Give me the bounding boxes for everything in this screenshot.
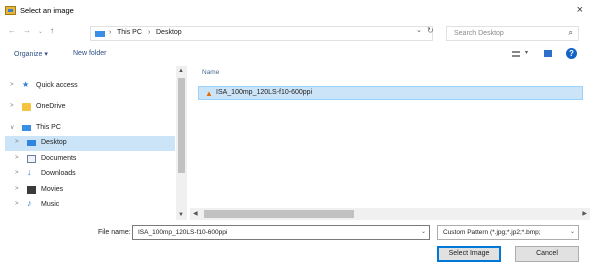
view-options-icon[interactable] [512,51,520,57]
scroll-thumb[interactable] [204,210,354,218]
folder-icon [22,103,31,111]
organize-button[interactable]: Organize ▾ [14,50,48,58]
file-name-label: File name: [98,229,131,236]
breadcrumb-chevron-icon: › [148,29,151,36]
collapse-icon[interactable]: ∨ [10,124,14,131]
scroll-right-icon[interactable]: ▶ [582,210,587,217]
tree-item-documents[interactable]: > Documents [5,152,175,167]
documents-icon [27,155,36,163]
chevron-down-icon[interactable]: ⌄ [570,228,575,235]
cancel-button[interactable]: Cancel [515,246,579,262]
app-icon [5,6,16,15]
file-type-filter[interactable]: Custom Pattern (*.jpg;*.jp2;*.bmp; ⌄ [437,225,579,240]
refresh-icon[interactable]: ↻ [427,26,434,35]
breadcrumb-desktop[interactable]: Desktop [156,29,182,36]
address-dropdown-icon[interactable]: ⌄ [416,26,422,34]
tree-item-label: Documents [41,155,77,162]
pc-icon [22,125,31,131]
forward-icon[interactable]: → [23,26,31,35]
back-icon[interactable]: ← [8,26,16,35]
navigation-bar: ← → ⌄ ↑ › This PC › Desktop ⌄ ↻ Search D… [0,23,593,43]
close-icon[interactable]: × [577,4,583,16]
download-icon: ↓ [27,167,32,177]
file-row[interactable]: ▲ ISA_100mp_120LS-f10-600ppi [198,86,583,100]
file-name-value: ISA_100mp_120LS-f10-600ppi [138,229,228,236]
scroll-up-icon[interactable]: ▲ [178,68,184,74]
expand-icon[interactable]: > [15,201,19,207]
tree-item-label: Music [41,201,60,208]
navigation-tree: > ★ Quick access > OneDrive ∨ This PC > … [5,66,175,220]
tree-item-movies[interactable]: > Movies [5,183,175,198]
search-icon[interactable]: ⌕ [569,28,573,38]
breadcrumb-chevron-icon: › [109,29,112,36]
music-icon: ♪ [27,198,32,208]
scroll-down-icon[interactable]: ▼ [178,212,184,218]
title-bar: Select an image × [0,0,593,22]
tree-item-this-pc[interactable]: ∨ This PC [5,121,175,136]
file-list: Name ▲ ISA_100mp_120LS-f10-600ppi [190,66,590,206]
view-dropdown-icon[interactable]: ▾ [525,49,528,56]
tree-item-quick-access[interactable]: > ★ Quick access [5,79,175,94]
preview-pane-icon[interactable] [544,50,552,57]
chevron-down-icon[interactable]: ⌄ [421,228,426,235]
new-folder-button[interactable]: New folder [73,50,106,57]
tree-item-music[interactable]: > ♪ Music [5,198,175,213]
tree-item-downloads[interactable]: > ↓ Downloads [5,167,175,182]
scroll-left-icon[interactable]: ◀ [193,210,198,217]
star-icon: ★ [22,80,30,89]
search-placeholder: Search Desktop [454,30,504,37]
tree-item-label: Quick access [36,82,78,89]
image-file-icon: ▲ [205,89,213,98]
recent-dropdown-icon[interactable]: ⌄ [38,28,43,35]
tree-item-label: Desktop [41,139,67,146]
expand-icon[interactable]: > [10,82,14,88]
select-image-button[interactable]: Select Image [437,246,501,262]
tree-item-label: Downloads [41,170,76,177]
breadcrumb-this-pc[interactable]: This PC [117,29,142,36]
column-header-name[interactable]: Name [202,69,219,76]
tree-item-label: Movies [41,186,64,193]
window-title: Select an image [20,6,74,15]
up-icon[interactable]: ↑ [50,26,54,35]
movies-icon [27,186,36,194]
desktop-icon [27,140,36,146]
expand-icon[interactable]: > [10,103,14,109]
file-name: ISA_100mp_120LS-f10-600ppi [216,89,313,96]
help-icon[interactable]: ? [566,48,577,59]
expand-icon[interactable]: > [15,186,19,192]
expand-icon[interactable]: > [15,170,19,176]
address-bar[interactable]: › This PC › Desktop [90,26,433,41]
search-box[interactable]: Search Desktop ⌕ [446,26,579,41]
file-name-input[interactable]: ISA_100mp_120LS-f10-600ppi ⌄ [132,225,430,240]
command-toolbar: Organize ▾ New folder ▾ ? [0,45,593,63]
expand-icon[interactable]: > [15,139,19,145]
tree-item-label: OneDrive [36,103,66,110]
tree-item-onedrive[interactable]: > OneDrive [5,100,175,115]
tree-item-label: This PC [36,124,61,131]
tree-item-desktop[interactable]: > Desktop [5,136,175,151]
file-list-horizontal-scrollbar[interactable]: ◀ ▶ [190,208,590,220]
scroll-thumb[interactable] [178,78,185,173]
pc-icon [95,31,105,37]
tree-vertical-scrollbar[interactable]: ▲ ▼ [176,66,187,220]
expand-icon[interactable]: > [15,155,19,161]
file-type-value: Custom Pattern (*.jpg;*.jp2;*.bmp; [443,229,541,236]
